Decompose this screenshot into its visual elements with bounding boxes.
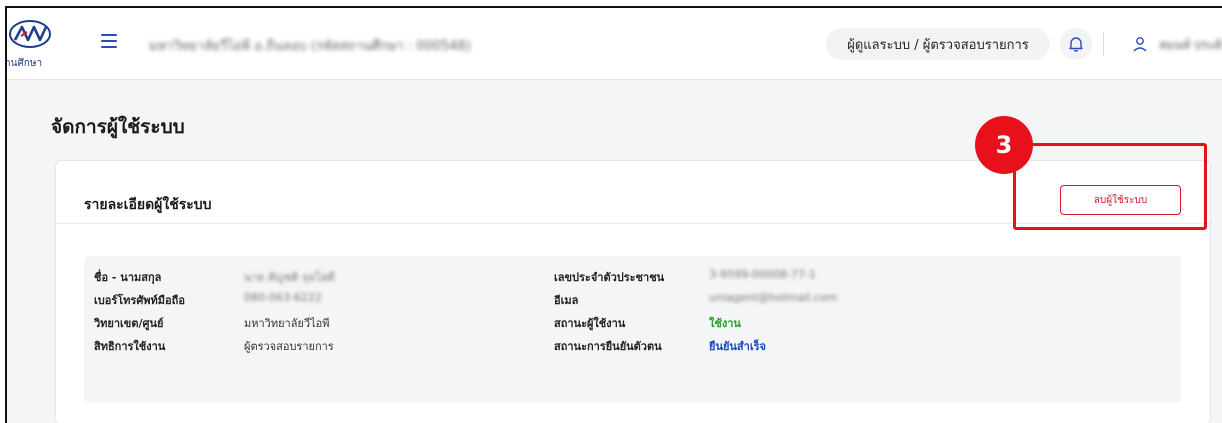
value-email: uniagent@hotmail.com bbox=[709, 291, 838, 304]
step-badge: 3 bbox=[975, 116, 1033, 174]
label-mobile: เบอร์โทรศัพท์มือถือ bbox=[94, 294, 185, 307]
label-citizen-id: เลขประจำตัวประชาชน bbox=[554, 271, 665, 284]
value-campus: มหาวิทยาลัยวีไอพี bbox=[244, 317, 330, 330]
label-permission: สิทธิการใช้งาน bbox=[94, 340, 166, 353]
bell-icon bbox=[1069, 37, 1083, 52]
label-full-name: ชื่อ - นามสกุล bbox=[94, 271, 162, 284]
card-title: รายละเอียดผู้ใช้ระบบ bbox=[84, 197, 212, 213]
organization-name: มหาวิทยาลัยวีไอพี อ.ถีนลอบ (รหัสสถานศึกษ… bbox=[149, 39, 471, 54]
divider bbox=[1103, 32, 1104, 56]
notification-button[interactable] bbox=[1060, 28, 1092, 60]
value-full-name: นาย สัญชติ จุลโฮดี bbox=[244, 271, 335, 284]
label-campus: วิทยาเขต/ศูนย์ bbox=[94, 317, 164, 330]
app-frame: านศึกษา มหาวิทยาลัยวีไอพี อ.ถีนลอบ (รหัส… bbox=[5, 6, 1222, 423]
hamburger-menu-icon[interactable] bbox=[101, 34, 117, 48]
logo-caption: านศึกษา bbox=[5, 58, 43, 69]
logo-mark-icon bbox=[9, 20, 51, 48]
logo[interactable]: านศึกษา bbox=[7, 18, 61, 70]
value-mobile: 080-063-6222 bbox=[244, 291, 322, 304]
value-verification-status: ยืนยันสำเร็จ bbox=[709, 340, 766, 353]
user-name[interactable]: สมนท์ ประดิ bbox=[1159, 36, 1222, 55]
value-user-status: ใช้งาน bbox=[709, 317, 741, 330]
user-detail-card: รายละเอียดผู้ใช้ระบบ ลบผู้ใช้ระบบ ชื่อ -… bbox=[55, 160, 1211, 423]
role-selector[interactable]: ผู้ดูแลระบบ / ผู้ตรวจสอบรายการ bbox=[826, 28, 1050, 60]
label-user-status: สถานะผู้ใช้งาน bbox=[554, 317, 626, 330]
label-verification-status: สถานะการยืนยันตัวตน bbox=[554, 340, 662, 353]
card-header: รายละเอียดผู้ใช้ระบบ ลบผู้ใช้ระบบ bbox=[56, 161, 1210, 224]
value-permission: ผู้ตรวจสอบรายการ bbox=[244, 340, 334, 353]
top-bar: านศึกษา มหาวิทยาลัยวีไอพี อ.ถีนลอบ (รหัส… bbox=[7, 8, 1222, 80]
page-title: จัดการผู้ใช้ระบบ bbox=[51, 116, 185, 138]
delete-user-button[interactable]: ลบผู้ใช้ระบบ bbox=[1060, 185, 1181, 215]
user-icon[interactable] bbox=[1131, 35, 1149, 53]
label-email: อีเมล bbox=[554, 294, 579, 307]
value-citizen-id: 3-9599-00008-77-1 bbox=[709, 268, 816, 281]
user-info-panel: ชื่อ - นามสกุล นาย สัญชติ จุลโฮดี เบอร์โ… bbox=[84, 256, 1181, 402]
